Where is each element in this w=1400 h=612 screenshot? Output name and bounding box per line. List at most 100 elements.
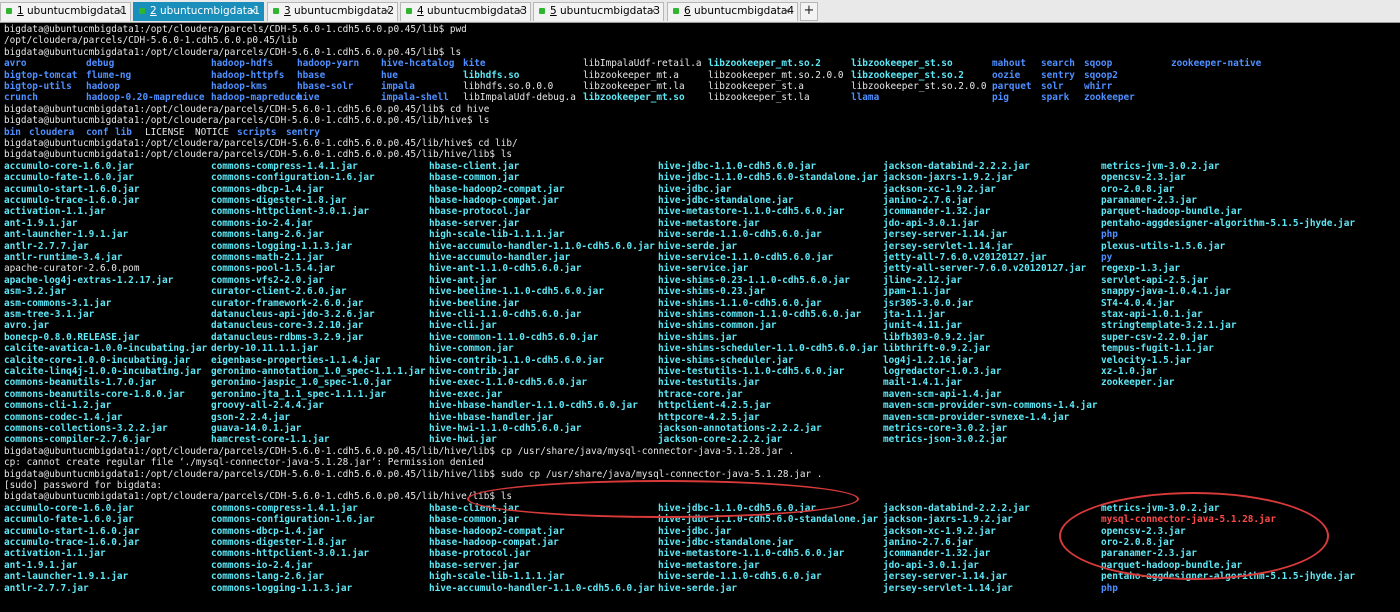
terminal-text: scripts [237, 126, 277, 138]
tab-label: 2 ubuntucmbigdata1 [150, 3, 260, 20]
terminal-text: libthrift-0.9.2.jar [883, 343, 991, 355]
terminal-text: htrace-core.jar [658, 388, 743, 400]
terminal-text: high-scale-lib-1.1.1.jar [429, 229, 565, 241]
close-tab-icon[interactable]: × [249, 3, 257, 20]
terminal-text: hadoop-0.20-mapreduce [86, 92, 205, 104]
terminal-text: velocity-1.5.jar [1101, 354, 1192, 366]
tab-bar: 1 ubuntucmbigdata1 × 2 ubuntucmbigdata1 × 3 … [0, 0, 1400, 23]
session-status-icon [273, 8, 279, 14]
terminal-text: metrics-jvm-3.0.2.jar [1101, 160, 1220, 172]
terminal-text: httpclient-4.2.5.jar [658, 400, 771, 412]
terminal-text: hive-accumulo-handler.jar [429, 252, 571, 263]
tab-2[interactable]: 2 ubuntucmbigdata1 × [133, 2, 264, 21]
terminal-line: commons-beanutils-1.7.0.jar geronimo-jasp… [0, 377, 1400, 388]
terminal-text: apache-log4j-extras-1.2.17.jar [4, 274, 174, 286]
terminal-line: bigdata@ubuntucmbigdata1:/opt/cloudera/p… [0, 104, 1400, 115]
terminal-text: jetty-all-7.6.0.v20120127.jar [883, 252, 1047, 263]
terminal-text: php [1101, 582, 1118, 594]
terminal-line: accumulo-core-1.6.0.jar commons-compress-… [0, 161, 1400, 172]
terminal-text: regexp-1.3.jar [1101, 263, 1181, 275]
tab-3[interactable]: 3 ubuntucmbigdata2 × [267, 2, 398, 21]
terminal-text: stringtemplate-3.2.1.jar [1101, 320, 1237, 332]
terminal-text: hive-cli-1.1.0-cdh5.6.0.jar [429, 309, 582, 320]
terminal-text: metrics-core-3.0.2.jar [883, 423, 1008, 434]
terminal-text: ant-launcher-1.9.1.jar [4, 229, 129, 241]
terminal-text: sentry [1041, 69, 1075, 81]
tab-1[interactable]: 1 ubuntucmbigdata1 × [0, 2, 131, 21]
terminal-text: libzookeeper_mt.so [583, 92, 685, 104]
terminal-text: snappy-java-1.0.4.1.jar [1101, 286, 1231, 298]
terminal-text: jersey-servlet-1.14.jar [883, 240, 1013, 252]
terminal-text: hive-exec-1.1.0-cdh5.6.0.jar [429, 377, 588, 389]
terminal-text: libzookeeper_mt.la [583, 81, 685, 92]
terminal-text: hive-metastore.jar [658, 217, 760, 229]
terminal-text: mail-1.4.1.jar [883, 377, 963, 389]
terminal-text: jsr305-3.0.0.jar [883, 297, 974, 309]
terminal-text: antlr-2.7.7.jar [4, 582, 89, 594]
close-tab-icon[interactable]: × [649, 3, 657, 20]
terminal-line: accumulo-fate-1.6.0.jar commons-configura… [0, 172, 1400, 183]
tab-4[interactable]: 4 ubuntucmbigdata3 × [400, 2, 531, 21]
terminal-text: servlet-api-2.5.jar [1101, 274, 1209, 286]
terminal-text: hive-accumulo-handler-1.1.0-cdh5.6.0.jar [429, 582, 655, 594]
terminal-text: zookeeper.jar [1101, 377, 1175, 389]
tab-title: ubuntucmbigdata2 [290, 5, 395, 17]
terminal-line: ant-1.9.1.jar commons-io-2.4.jar hbase-ser… [0, 218, 1400, 229]
tab-label: 6 ubuntucmbigdata4 [684, 3, 794, 20]
terminal-text: jackson-core-2.2.2.jar [658, 434, 783, 446]
tab-6[interactable]: 6 ubuntucmbigdata4 × [667, 2, 798, 21]
terminal-text: jersey-server-1.14.jar [883, 229, 1008, 241]
terminal-text: cloudera [29, 126, 75, 138]
terminal-line: asm-commons-3.1.jar curator-framework-2.6… [0, 298, 1400, 309]
close-tab-icon[interactable]: × [516, 3, 524, 20]
terminal-text: search [1041, 58, 1075, 70]
terminal-text: hive-contrib.jar [429, 366, 520, 377]
new-tab-button[interactable]: + [800, 2, 818, 21]
terminal-text: commons-configuration-1.6.jar [211, 514, 375, 526]
terminal-text: commons-pool-1.5.4.jar [211, 263, 336, 275]
terminal-text: bigdata@ubuntucmbigdata1:/opt/cloudera/p… [4, 468, 823, 480]
terminal-text: ant-launcher-1.9.1.jar [4, 571, 129, 583]
terminal-text: conf [86, 126, 109, 138]
terminal-text: commons-beanutils-1.7.0.jar [4, 377, 157, 389]
terminal-text: paranamer-2.3.jar [1101, 195, 1197, 206]
terminal-text: commons-math-2.1.jar [211, 252, 324, 263]
close-tab-icon[interactable]: × [783, 3, 791, 20]
terminal-line: calcite-avatica-1.0.0-incubating.jar derb… [0, 343, 1400, 354]
terminal-text: hadoop [86, 81, 120, 92]
terminal-text: commons-compress-1.4.1.jar [211, 502, 358, 514]
terminal-text: accumulo-fate-1.6.0.jar [4, 514, 134, 526]
terminal-text: maven-scm-provider-svn-commons-1.4.jar [883, 400, 1098, 412]
close-tab-icon[interactable]: × [383, 3, 391, 20]
terminal-text: hbase [297, 69, 326, 81]
terminal-text: bigdata@ubuntucmbigdata1:/opt/cloudera/p… [4, 103, 490, 115]
terminal-text: hive-ant.jar [429, 274, 497, 286]
terminal-text: libzookeeper_st.so.2 [851, 69, 964, 81]
close-tab-icon[interactable]: × [116, 3, 124, 20]
terminal-text: ant-1.9.1.jar [4, 559, 78, 571]
tab-5[interactable]: 5 ubuntucmbigdata3 × [533, 2, 664, 21]
terminal-text: py [1101, 252, 1113, 263]
terminal-text: parquet [992, 81, 1032, 92]
terminal-text: commons-vfs2-2.0.jar [211, 274, 324, 286]
terminal-text: bin [4, 126, 21, 138]
tab-number: 6 [684, 5, 691, 17]
terminal-text: jackson-xc-1.9.2.jar [883, 525, 996, 537]
terminal-line: commons-cli-1.2.jar groovy-all-2.4.4.jar h… [0, 400, 1400, 411]
terminal-text: debug [86, 58, 115, 70]
terminal-text: calcite-linq4j-1.0.0-incubating.jar [4, 366, 202, 377]
terminal-text: super-csv-2.2.0.jar [1101, 331, 1209, 343]
terminal-text: maven-scm-api-1.4.jar [883, 388, 1002, 400]
terminal-text: hadoop-yarn [297, 58, 360, 70]
terminal-text: commons-dbcp-1.4.jar [211, 525, 324, 537]
terminal-text: jackson-databind-2.2.2.jar [883, 502, 1030, 514]
terminal-text: hbase-client.jar [429, 160, 520, 172]
terminal-text: jetty-all-server-7.6.0.v20120127.jar [883, 263, 1087, 275]
terminal-text: sqoop [1084, 58, 1113, 70]
terminal-text: hive-shims-scheduler-1.1.0-cdh5.6.0.jar [658, 343, 879, 355]
terminal-text: calcite-avatica-1.0.0-incubating.jar [4, 343, 208, 355]
terminal-text: hive-metastore-1.1.0-cdh5.6.0.jar [658, 206, 845, 218]
terminal-text: hive-beeline.jar [429, 297, 520, 309]
terminal-text: libzookeeper_mt.a [583, 69, 679, 81]
terminal-text: hbase-solr [297, 81, 354, 92]
